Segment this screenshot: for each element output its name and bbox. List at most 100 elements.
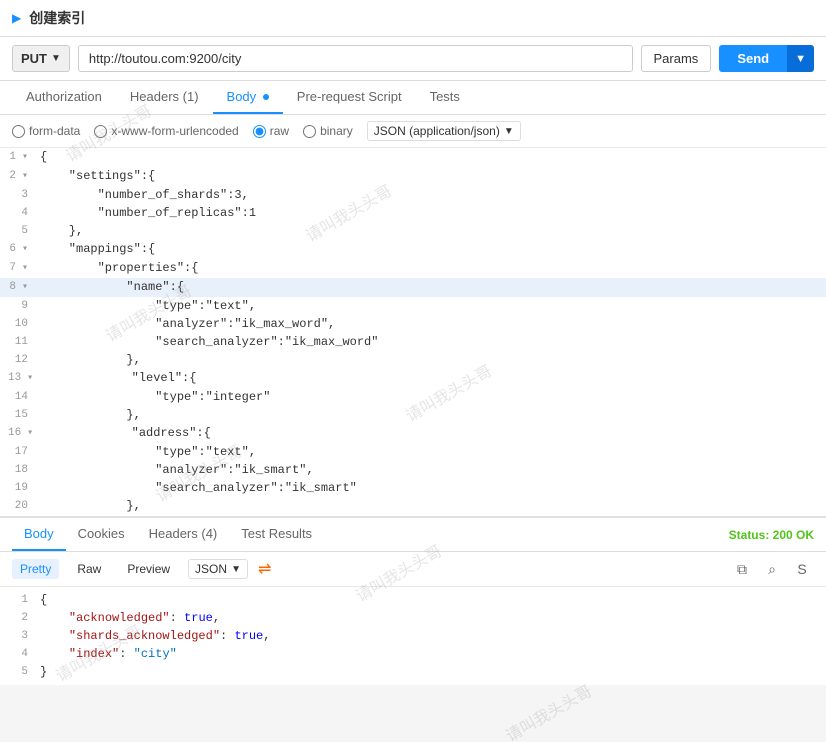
line-content: "type":"text", (36, 297, 826, 315)
line-content: { (36, 591, 826, 609)
tab-pre-request[interactable]: Pre-request Script (283, 81, 416, 114)
line-number: 6▾ (0, 240, 36, 259)
line-content: "acknowledged": true, (36, 609, 826, 627)
line-number: 10 (0, 315, 36, 333)
binary-option[interactable]: binary (303, 124, 353, 138)
response-toolbar: Pretty Raw Preview JSON ▼ ⇌ ⧉ ⌕ S (0, 552, 826, 587)
form-data-option[interactable]: form-data (12, 124, 80, 138)
line-number: 8▾ (0, 278, 36, 297)
response-section: Body Cookies Headers (4) Test Results St… (0, 518, 826, 685)
fold-arrow-icon[interactable]: ▾ (16, 168, 28, 186)
fold-arrow-icon[interactable]: ▾ (21, 425, 33, 443)
tab-body[interactable]: Body (213, 81, 283, 114)
response-line: 1{ (0, 591, 826, 609)
response-line: 4 "index": "city" (0, 645, 826, 663)
url-input[interactable] (78, 45, 633, 72)
line-content: "address":{ (41, 424, 826, 442)
line-number: 7▾ (0, 259, 36, 278)
preview-format-button[interactable]: Preview (119, 559, 178, 579)
editor-line: 17 "type":"text", (0, 443, 826, 461)
raw-format-button[interactable]: Raw (69, 559, 109, 579)
line-content: "search_analyzer":"ik_smart" (36, 479, 826, 497)
editor-line: 4 "number_of_replicas":1 (0, 204, 826, 222)
editor-line: 5 }, (0, 222, 826, 240)
line-number: 5 (0, 222, 36, 240)
fold-arrow-icon[interactable]: ▾ (21, 370, 33, 388)
response-tab-cookies[interactable]: Cookies (66, 518, 137, 551)
body-tab-dot (263, 94, 269, 100)
line-content: "type":"text", (36, 443, 826, 461)
response-tab-test-results[interactable]: Test Results (229, 518, 324, 551)
line-content: "level":{ (41, 369, 826, 387)
line-number: 11 (0, 333, 36, 351)
json-format-select[interactable]: JSON (application/json) ▼ (367, 121, 521, 141)
line-number: 4 (0, 645, 36, 663)
raw-option[interactable]: raw (253, 124, 289, 138)
line-number: 15 (0, 406, 36, 424)
response-action-icons: ⧉ ⌕ S (730, 557, 814, 581)
editor-line: 6▾ "mappings":{ (0, 240, 826, 259)
response-code: 1{2 "acknowledged": true,3 "shards_ackno… (0, 587, 826, 685)
line-content: "properties":{ (36, 259, 826, 277)
send-dropdown-button[interactable]: ▼ (787, 45, 814, 72)
params-button[interactable]: Params (641, 45, 712, 72)
editor-line: 14 "type":"integer" (0, 388, 826, 406)
response-line: 3 "shards_acknowledged": true, (0, 627, 826, 645)
chevron-down-icon: ▼ (504, 126, 514, 137)
line-content: "index": "city" (36, 645, 826, 663)
line-content: "search_analyzer":"ik_max_word" (36, 333, 826, 351)
line-number: 20 (0, 497, 36, 515)
tab-tests[interactable]: Tests (416, 81, 474, 114)
editor-line: 7▾ "properties":{ (0, 259, 826, 278)
line-content: }, (36, 406, 826, 424)
x-www-form-urlencoded-option[interactable]: x-www-form-urlencoded (94, 124, 238, 138)
code-editor[interactable]: 1▾{2▾ "settings":{3 "number_of_shards":3… (0, 148, 826, 518)
line-number: 5 (0, 663, 36, 681)
line-number: 4 (0, 204, 36, 222)
breadcrumb-arrow: ▶ (12, 11, 21, 25)
search-icon[interactable]: ⌕ (760, 557, 784, 581)
editor-line: 2▾ "settings":{ (0, 167, 826, 186)
line-content: "type":"integer" (36, 388, 826, 406)
wrap-icon[interactable]: ⇌ (258, 559, 271, 579)
editor-line: 10 "analyzer":"ik_max_word", (0, 315, 826, 333)
line-number: 13▾ (0, 369, 41, 388)
method-select[interactable]: PUT ▼ (12, 45, 70, 72)
save-icon[interactable]: S (790, 557, 814, 581)
tab-authorization[interactable]: Authorization (12, 81, 116, 114)
line-number: 2▾ (0, 167, 36, 186)
fold-arrow-icon[interactable]: ▾ (16, 241, 28, 259)
line-number: 19 (0, 479, 36, 497)
line-number: 3 (0, 627, 36, 645)
response-line: 2 "acknowledged": true, (0, 609, 826, 627)
line-number: 17 (0, 443, 36, 461)
send-button-group: Send ▼ (719, 45, 814, 72)
fold-arrow-icon[interactable]: ▾ (16, 260, 28, 278)
body-options: form-data x-www-form-urlencoded raw bina… (0, 115, 826, 148)
editor-line: 8▾ "name":{ (0, 278, 826, 297)
response-tab-bar: Body Cookies Headers (4) Test Results St… (0, 518, 826, 552)
status-badge: Status: 200 OK (729, 528, 814, 542)
request-tab-bar: Authorization Headers (1) Body Pre-reque… (0, 81, 826, 115)
editor-line: 15 }, (0, 406, 826, 424)
tab-headers[interactable]: Headers (1) (116, 81, 213, 114)
response-tab-headers[interactable]: Headers (4) (137, 518, 230, 551)
line-number: 1▾ (0, 148, 36, 167)
line-number: 14 (0, 388, 36, 406)
copy-icon[interactable]: ⧉ (730, 557, 754, 581)
response-json-select[interactable]: JSON ▼ (188, 559, 248, 579)
editor-line: 13▾ "level":{ (0, 369, 826, 388)
line-number: 9 (0, 297, 36, 315)
fold-arrow-icon[interactable]: ▾ (16, 149, 28, 167)
response-tab-body[interactable]: Body (12, 518, 66, 551)
top-bar: ▶ 创建索引 (0, 0, 826, 37)
editor-line: 9 "type":"text", (0, 297, 826, 315)
fold-arrow-icon[interactable]: ▾ (16, 279, 28, 297)
line-content: }, (36, 222, 826, 240)
send-button[interactable]: Send (719, 45, 787, 72)
line-content: { (36, 148, 826, 166)
pretty-format-button[interactable]: Pretty (12, 559, 59, 579)
editor-line: 16▾ "address":{ (0, 424, 826, 443)
editor-line: 12 }, (0, 351, 826, 369)
line-content: "shards_acknowledged": true, (36, 627, 826, 645)
